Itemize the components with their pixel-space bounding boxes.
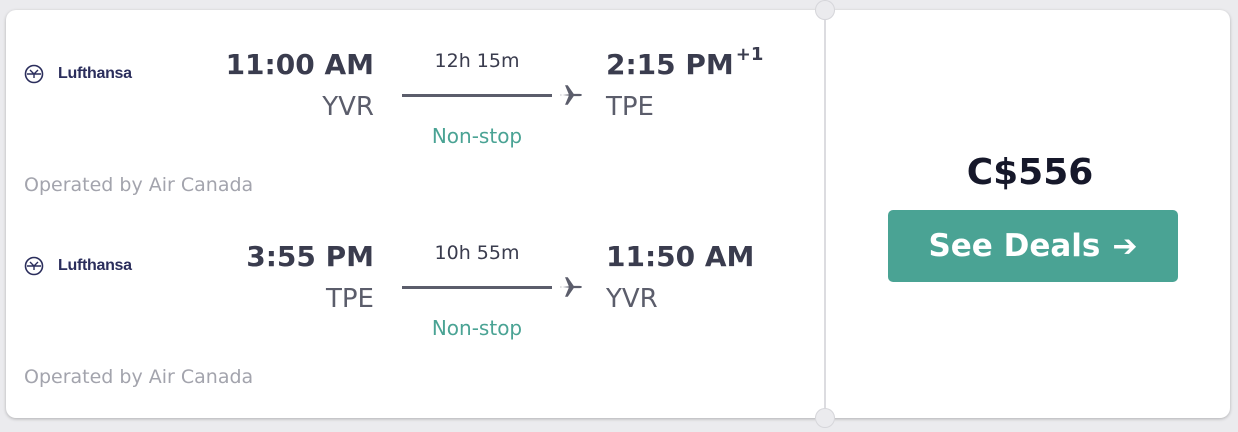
airline-info: Lufthansa [24,64,132,84]
airline-name: Lufthansa [58,65,132,82]
see-deals-label: See Deals [928,228,1101,264]
plane-icon [560,277,582,297]
airline-info: Lufthansa [24,256,132,276]
card-divider [824,10,826,418]
flight-duration: 10h 55m [434,242,520,264]
arrival-time-value: 11:50 AM [606,240,755,273]
arrow-right-icon: ➔ [1112,228,1138,264]
route-line [402,94,552,97]
departure-airport: YVR [322,92,374,122]
ticket-notch-bottom [815,408,835,428]
return-leg: Lufthansa 3:55 PM TPE 10h 55m Non-stop 1… [0,202,820,392]
arrival-time: 11:50 AM [606,240,754,273]
operated-by: Operated by Air Canada [24,174,254,196]
price: C$556 [966,152,1094,193]
lufthansa-logo-icon [24,256,44,276]
arrival-time-value: 2:15 PM [606,48,734,81]
see-deals-button[interactable]: See Deals ➔ [888,210,1178,282]
departure-time: 3:55 PM [246,240,374,273]
plane-icon [560,85,582,105]
airline-name: Lufthansa [58,257,132,274]
arrival-airport: YVR [606,284,658,314]
departure-time: 11:00 AM [225,48,374,81]
arrival-airport: TPE [606,92,654,122]
stops-label: Non-stop [431,316,523,340]
route-line [402,286,552,289]
operated-by: Operated by Air Canada [24,366,254,388]
stops-label: Non-stop [431,124,523,148]
lufthansa-logo-icon [24,64,44,84]
arrival-day-offset: +1 [735,44,764,65]
flight-duration: 12h 15m [434,50,520,72]
departure-airport: TPE [326,284,374,314]
arrival-time: 2:15 PM +1 [606,44,763,81]
outbound-leg: Lufthansa 11:00 AM YVR 12h 15m Non-stop … [0,10,820,200]
